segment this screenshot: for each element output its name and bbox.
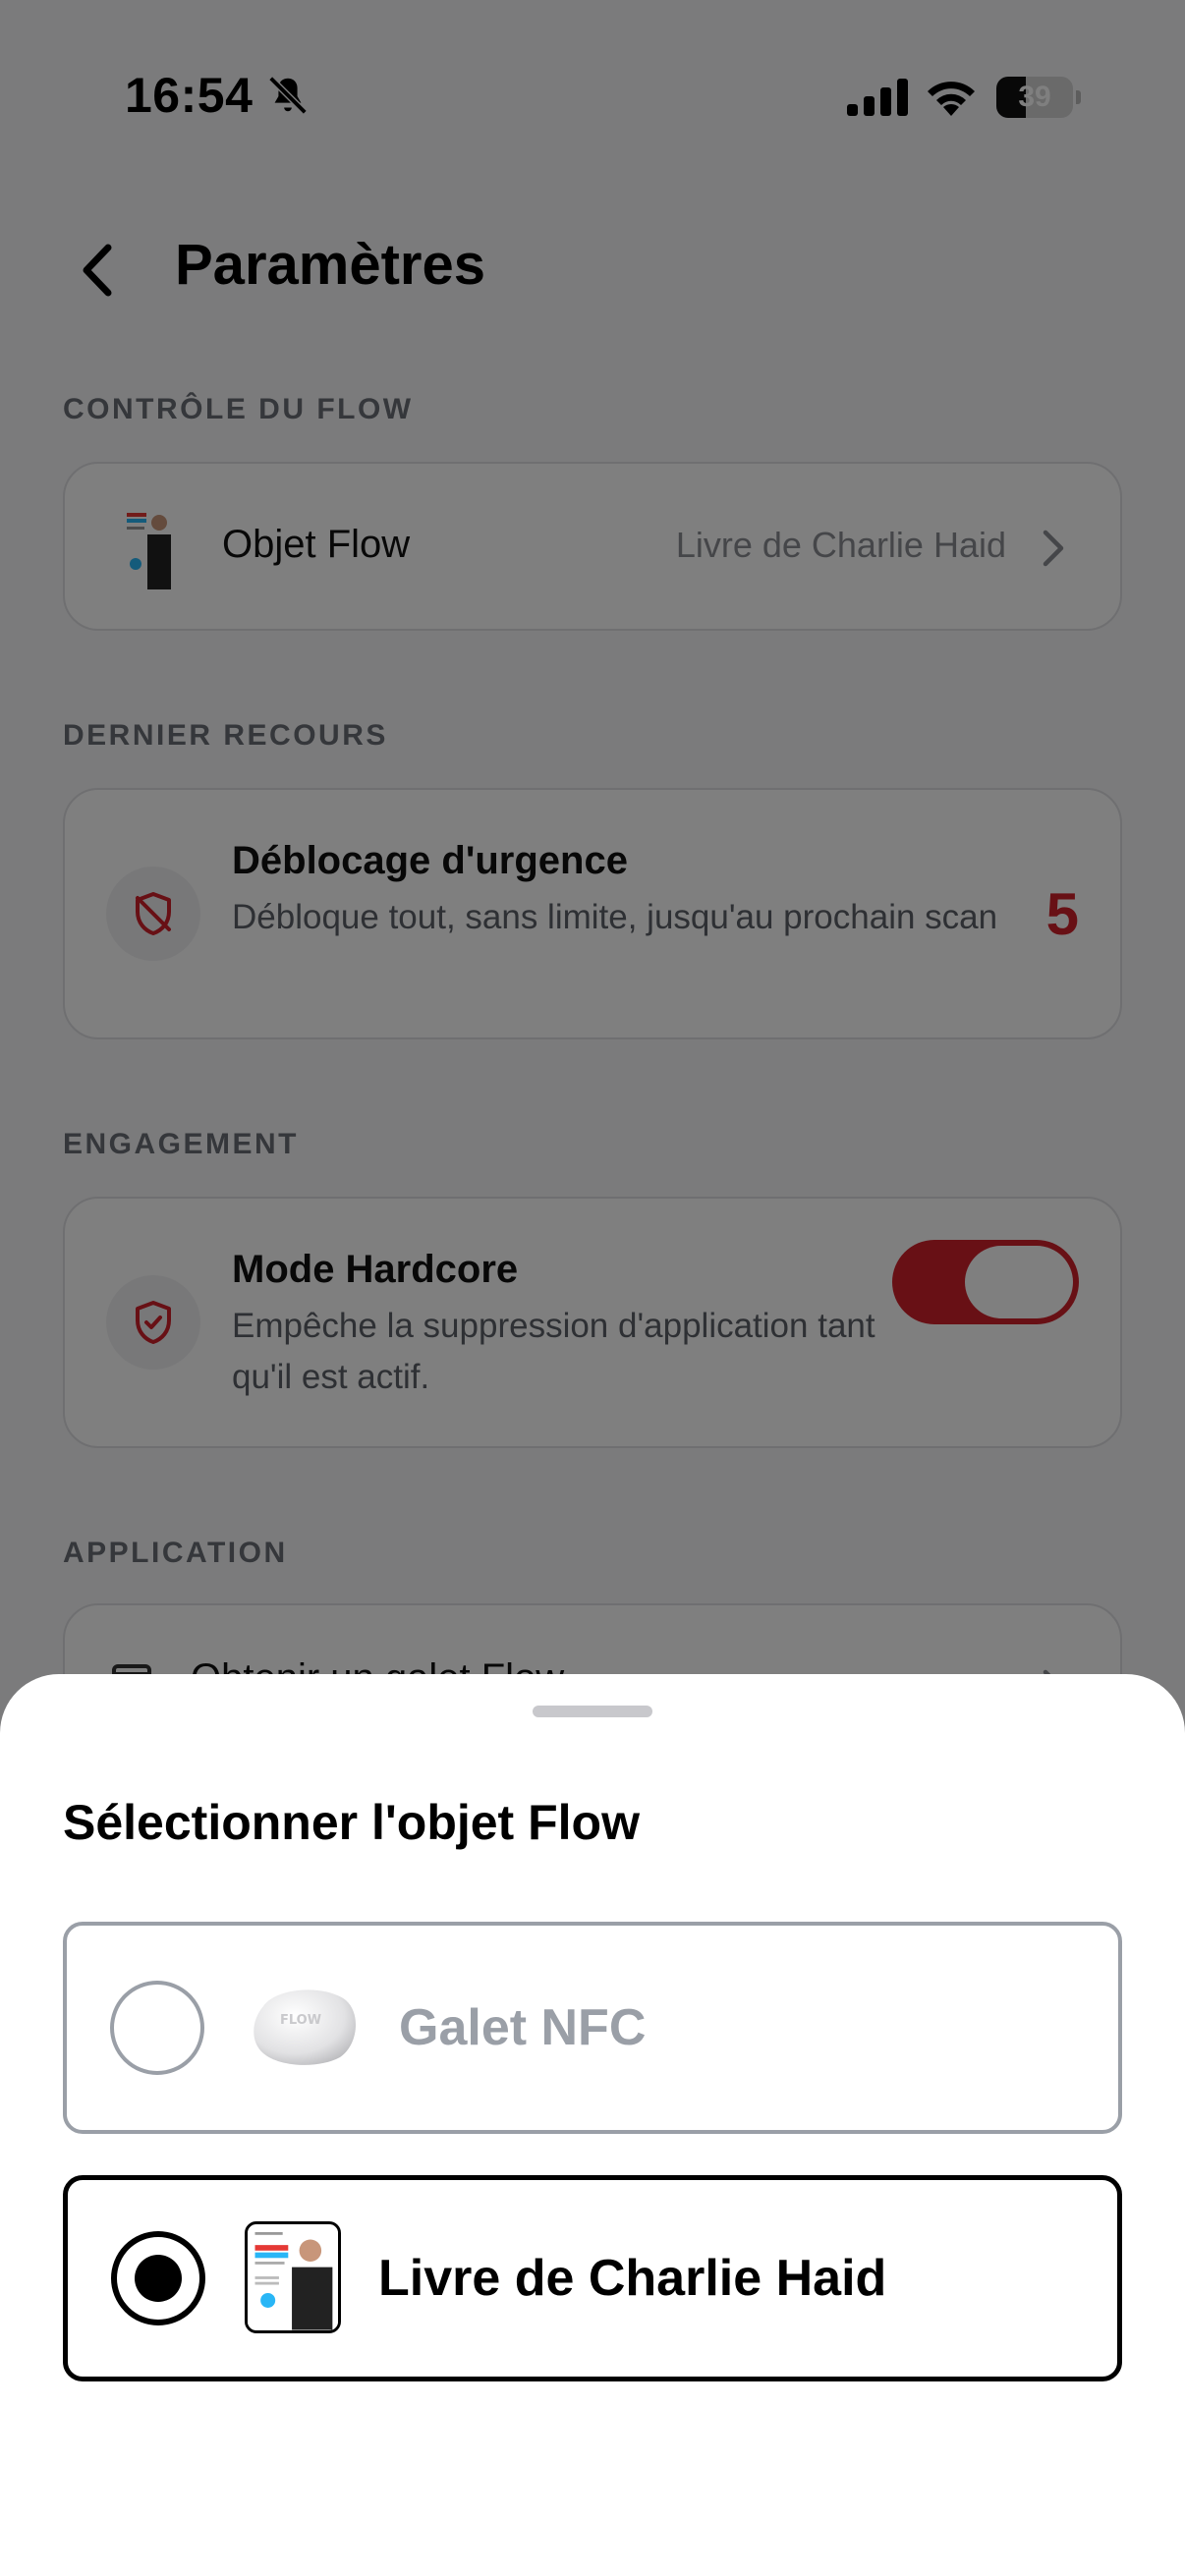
- sheet-title: Sélectionner l'objet Flow: [63, 1795, 640, 1850]
- radio-unselected[interactable]: [110, 1981, 204, 2075]
- option-galet-label: Galet NFC: [399, 1999, 647, 2056]
- book-cover-icon: [245, 2221, 341, 2333]
- select-object-sheet: Sélectionner l'objet Flow FLOW Galet NFC: [0, 1674, 1185, 2576]
- option-book-label: Livre de Charlie Haid: [378, 2250, 887, 2307]
- option-galet-nfc[interactable]: FLOW Galet NFC: [63, 1922, 1122, 2134]
- option-livre-charlie-haid[interactable]: Livre de Charlie Haid: [63, 2175, 1122, 2381]
- pebble-icon: FLOW: [254, 1989, 357, 2065]
- sheet-grabber[interactable]: [533, 1706, 652, 1717]
- radio-dot: [135, 2255, 182, 2302]
- svg-text:FLOW: FLOW: [280, 2013, 321, 2028]
- radio-selected[interactable]: [111, 2231, 205, 2325]
